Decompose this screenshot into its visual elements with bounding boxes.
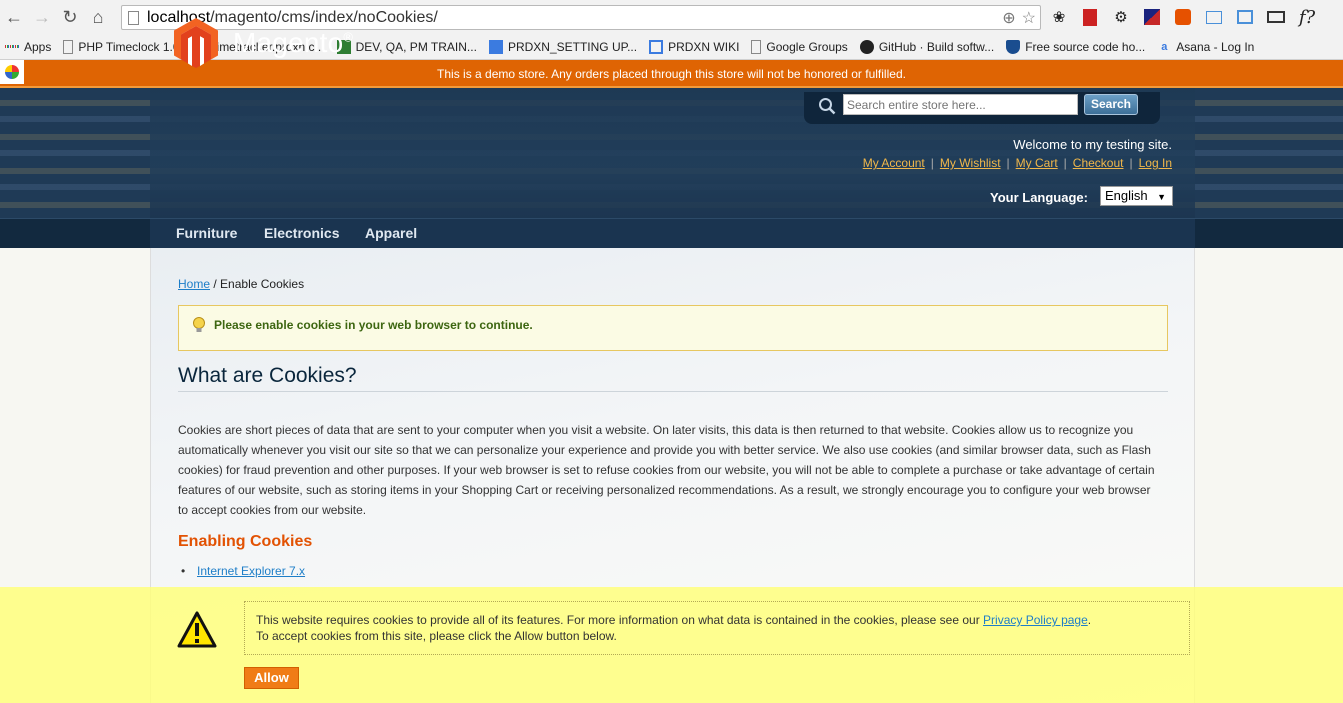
internet-explorer-link[interactable]: Internet Explorer 7.x — [197, 564, 305, 578]
search-icon — [819, 98, 836, 115]
search-input[interactable] — [843, 94, 1078, 115]
gear-icon[interactable]: ⚙ — [1110, 6, 1132, 28]
breadcrumb-current: Enable Cookies — [220, 277, 305, 291]
lightbulb-icon — [193, 317, 205, 332]
bookmark-item[interactable]: Free source code ho... — [1006, 39, 1145, 54]
github-icon — [859, 39, 874, 54]
checkout-link[interactable]: Checkout — [1073, 156, 1124, 170]
demo-notice-text: This is a demo store. Any orders placed … — [437, 67, 906, 81]
wiki-icon — [649, 39, 664, 54]
nav-item-furniture[interactable]: Furniture — [176, 225, 237, 241]
home-icon[interactable]: ⌂ — [84, 0, 112, 34]
breadcrumb: Home / Enable Cookies — [178, 277, 305, 291]
page-icon — [128, 10, 139, 25]
page-icon — [63, 39, 74, 54]
privacy-policy-link[interactable]: Privacy Policy page — [983, 613, 1088, 627]
breadcrumb-home-link[interactable]: Home — [178, 277, 210, 291]
warning-icon — [177, 611, 217, 648]
bookmark-item[interactable]: Google Groups — [751, 39, 848, 54]
browser-list: Internet Explorer 7.x — [181, 562, 305, 581]
welcome-message: Welcome to my testing site. — [1013, 137, 1172, 152]
my-cart-link[interactable]: My Cart — [1016, 156, 1058, 170]
account-links: My Account | My Wishlist | My Cart | Checko… — [862, 156, 1172, 170]
fullscreen-icon[interactable] — [1234, 6, 1256, 28]
bookmark-item[interactable]: PRDXN WIKI — [649, 39, 739, 54]
search-button[interactable]: Search — [1084, 94, 1138, 115]
back-arrow-icon[interactable]: ← — [0, 0, 28, 34]
title-divider — [178, 391, 1168, 392]
cookie-message: This website requires cookies to provide… — [256, 613, 1092, 643]
language-label: Your Language: — [990, 190, 1088, 205]
apps-grid-icon — [4, 40, 20, 54]
chart-extension-icon[interactable] — [1141, 6, 1163, 28]
notice-message-box: Please enable cookies in your web browse… — [178, 305, 1168, 351]
bug-extension-icon[interactable]: ❀ — [1048, 6, 1070, 28]
page-title: What are Cookies? — [178, 364, 357, 387]
bookmark-apps[interactable]: Apps — [4, 40, 51, 54]
function-icon[interactable]: f? — [1296, 6, 1318, 28]
office-extension-icon[interactable] — [1172, 6, 1194, 28]
nav-item-apparel[interactable]: Apparel — [365, 225, 417, 241]
shield-icon — [1006, 39, 1021, 54]
notice-text: Please enable cookies in your web browse… — [214, 318, 533, 332]
log-in-link[interactable]: Log In — [1139, 156, 1172, 170]
folder-extension-icon[interactable] — [1203, 6, 1225, 28]
allow-cookies-button[interactable]: Allow — [244, 667, 299, 689]
bookmark-item[interactable]: a Asana - Log In — [1157, 40, 1254, 54]
enabling-cookies-heading: Enabling Cookies — [178, 533, 313, 550]
book-extension-icon[interactable] — [1079, 6, 1101, 28]
doc-icon — [488, 39, 503, 54]
bookmark-star-icon[interactable]: ☆ — [1022, 8, 1036, 28]
language-select[interactable]: English ▼ — [1100, 186, 1173, 206]
my-account-link[interactable]: My Account — [863, 156, 925, 170]
logo-text: Magento® — [233, 27, 354, 58]
asana-icon: a — [1161, 40, 1168, 53]
reload-icon[interactable]: ↻ — [56, 0, 84, 34]
window-icon[interactable] — [1265, 6, 1287, 28]
bookmark-item[interactable]: DEV, QA, PM TRAIN... — [336, 39, 477, 54]
page-icon — [751, 39, 762, 54]
extension-badge-icon — [0, 60, 24, 84]
my-wishlist-link[interactable]: My Wishlist — [940, 156, 1001, 170]
list-item: Internet Explorer 7.x — [181, 562, 305, 581]
dropdown-arrow-icon: ▼ — [1157, 192, 1166, 202]
extension-icons: ❀ ⚙ f? — [1048, 0, 1318, 34]
magento-logo-icon — [174, 18, 218, 68]
zoom-icon[interactable]: ⊕ — [1002, 8, 1015, 28]
forward-arrow-icon[interactable]: → — [28, 0, 56, 34]
site-logo[interactable]: Magento® — [174, 18, 353, 68]
bookmark-item[interactable]: PRDXN_SETTING UP... — [488, 39, 637, 54]
nav-item-electronics[interactable]: Electronics — [264, 225, 339, 241]
bookmark-item[interactable]: GitHub · Build softw... — [859, 39, 994, 54]
cookies-description: Cookies are short pieces of data that ar… — [178, 423, 1155, 517]
bookmark-item[interactable]: PHP Timeclock 1.04 — [63, 39, 186, 54]
